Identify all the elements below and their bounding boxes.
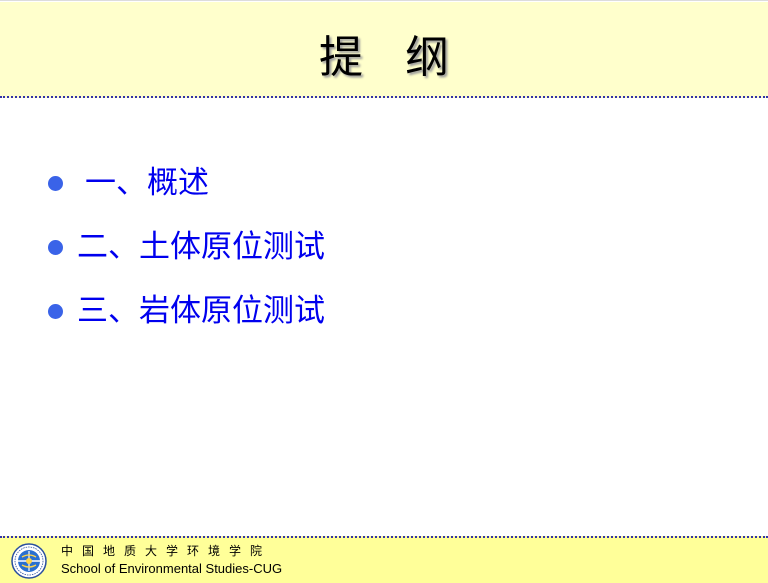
school-name-english: School of Environmental Studies-CUG: [61, 561, 283, 576]
university-seal-icon: [11, 543, 47, 579]
bullet-item: 二、土体原位测试: [48, 215, 325, 279]
bullet-list: 一、概述 二、土体原位测试 三、岩体原位测试: [48, 151, 325, 343]
bullet-dot-icon: [48, 239, 63, 255]
slide-header: 提 纲: [0, 2, 768, 98]
slide-title: 提 纲: [319, 32, 463, 83]
bullet-dot-icon: [48, 303, 63, 319]
bullet-item: 一、概述: [48, 151, 325, 215]
bullet-text: 二、土体原位测试: [77, 229, 325, 265]
slide-footer: 中国地质大学环境学院 School of Environmental Studi…: [0, 536, 768, 583]
bullet-text: 一、概述: [85, 165, 209, 201]
bullet-dot-icon: [48, 175, 63, 191]
school-name-chinese: 中国地质大学环境学院: [61, 544, 272, 558]
slide: 提 纲 一、概述 二、土体原位测试 三、岩体原位测试 中国地质大学环境学院 Sc…: [0, 0, 768, 583]
bullet-text: 三、岩体原位测试: [77, 293, 325, 329]
bullet-item: 三、岩体原位测试: [48, 279, 325, 343]
